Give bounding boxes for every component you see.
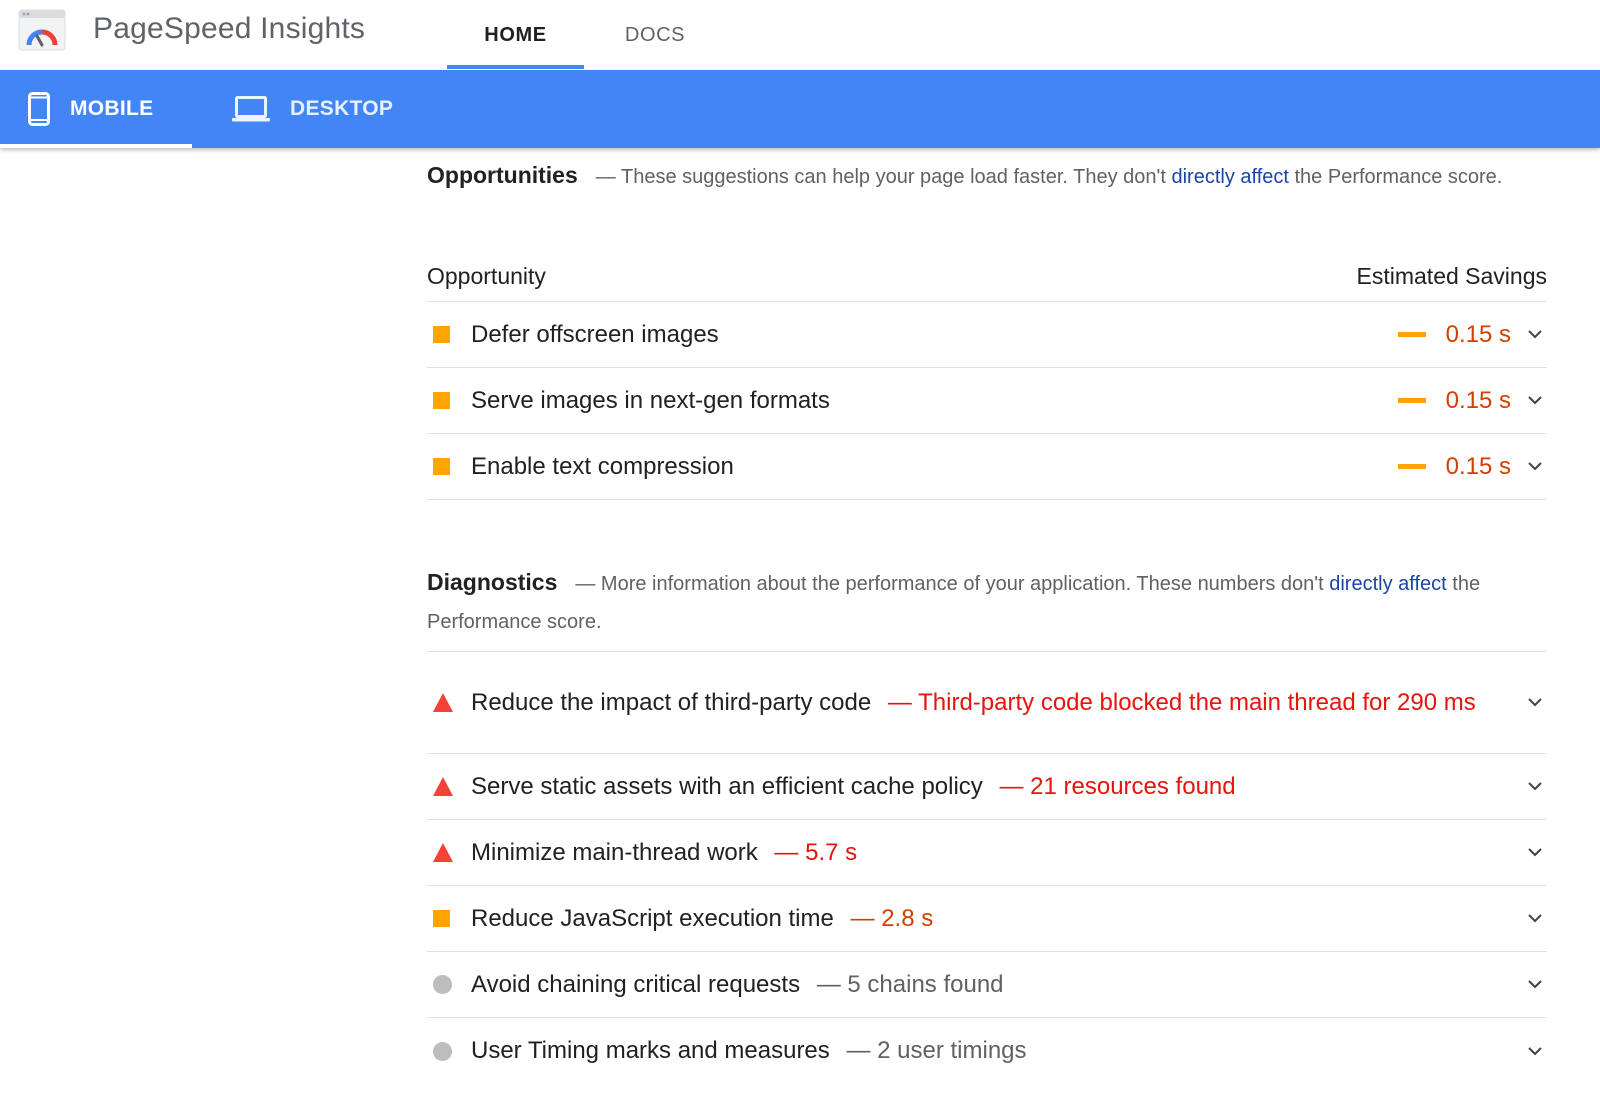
savings-bar — [1397, 398, 1426, 403]
tab-docs[interactable]: DOCS — [600, 0, 710, 70]
diagnostic-detail: — 5 chains found — [816, 970, 1004, 998]
diagnostic-row[interactable]: Serve static assets with an efficient ca… — [427, 754, 1547, 820]
active-tab-indicator — [447, 65, 584, 69]
savings-value: 0.15 s — [1445, 452, 1511, 480]
diagnostic-detail: — 2.8 s — [850, 904, 934, 932]
tab-home[interactable]: HOME — [447, 0, 584, 70]
opportunities-directly-affect-link[interactable]: directly affect — [1171, 166, 1288, 188]
opportunities-table-header: Opportunity Estimated Savings — [427, 252, 1547, 302]
info-circle-icon — [433, 1041, 452, 1061]
chevron-down-icon[interactable] — [1525, 325, 1545, 345]
chevron-down-icon[interactable] — [1525, 975, 1545, 995]
diagnostics-directly-affect-link[interactable]: directly affect — [1329, 573, 1446, 595]
opportunities-description-end: the Performance score. — [1288, 166, 1503, 188]
device-tab-bar: MOBILE DESKTOP — [0, 70, 1600, 148]
chevron-down-icon[interactable] — [1525, 777, 1545, 797]
opportunity-label: Serve images in next-gen formats — [471, 386, 830, 414]
diagnostic-detail: — 2 user timings — [846, 1037, 1027, 1064]
smartphone-icon — [28, 92, 50, 126]
diagnostics-title: Diagnostics — [427, 569, 558, 595]
diagnostic-detail: — 21 resources found — [999, 772, 1236, 800]
laptop-icon — [232, 95, 270, 123]
active-device-indicator — [0, 144, 192, 148]
diagnostic-label: Reduce JavaScript execution time — [471, 904, 834, 932]
average-square-icon — [433, 392, 450, 409]
average-square-icon — [433, 910, 450, 927]
column-estimated-savings: Estimated Savings — [1356, 263, 1547, 289]
diagnostics-description: — More information about the performance… — [575, 573, 1330, 595]
chevron-down-icon[interactable] — [1525, 843, 1545, 863]
tab-mobile-label: MOBILE — [70, 97, 154, 120]
savings-bar — [1397, 332, 1426, 337]
diagnostic-label: Minimize main-thread work — [471, 838, 758, 866]
tab-desktop[interactable]: DESKTOP — [232, 70, 402, 148]
chevron-down-icon[interactable] — [1525, 1041, 1545, 1061]
opportunity-row[interactable]: Serve images in next-gen formats 0.15 s — [427, 368, 1547, 434]
app-title: PageSpeed Insights — [93, 12, 366, 45]
diagnostic-detail: — 5.7 s — [774, 838, 858, 866]
diagnostic-detail: — Third-party code blocked the main thre… — [887, 688, 1476, 716]
opportunities-title: Opportunities — [427, 162, 578, 188]
diagnostic-row[interactable]: Minimize main-thread work — 5.7 s — [427, 820, 1547, 886]
opportunity-label: Enable text compression — [471, 452, 734, 480]
tab-mobile[interactable]: MOBILE — [0, 70, 192, 148]
info-circle-icon — [433, 975, 452, 994]
diagnostic-row[interactable]: Reduce the impact of third-party code — … — [427, 652, 1547, 754]
opportunities-description: — These suggestions can help your page l… — [595, 166, 1172, 188]
pagespeed-logo-icon[interactable] — [18, 9, 66, 51]
opportunity-row[interactable]: Enable text compression 0.15 s — [427, 434, 1547, 500]
chevron-down-icon[interactable] — [1525, 391, 1545, 411]
diagnostic-label: User Timing marks and measures — [471, 1037, 830, 1064]
diagnostic-row[interactable]: Reduce JavaScript execution time — 2.8 s — [427, 886, 1547, 952]
diagnostic-label: Avoid chaining critical requests — [471, 970, 801, 998]
diagnostic-label: Reduce the impact of third-party code — [471, 688, 872, 716]
column-opportunity: Opportunity — [427, 263, 546, 289]
diagnostics-header: Diagnostics — More information about the … — [427, 563, 1547, 641]
opportunity-row[interactable]: Defer offscreen images 0.15 s — [427, 302, 1547, 368]
chevron-down-icon[interactable] — [1525, 457, 1545, 477]
savings-value: 0.15 s — [1445, 386, 1511, 414]
diagnostic-label: Serve static assets with an efficient ca… — [471, 772, 983, 800]
diagnostic-row[interactable]: User Timing marks and measures — 2 user … — [427, 1018, 1547, 1084]
savings-value: 0.15 s — [1445, 320, 1511, 348]
opportunities-header: Opportunities — These suggestions can hel… — [427, 156, 1547, 196]
chevron-down-icon[interactable] — [1525, 909, 1545, 929]
chevron-down-icon[interactable] — [1525, 693, 1545, 713]
diagnostic-row[interactable]: Avoid chaining critical requests — 5 cha… — [427, 952, 1547, 1018]
top-header: PageSpeed Insights HOME DOCS — [0, 0, 1600, 70]
fail-triangle-icon — [433, 693, 453, 712]
fail-triangle-icon — [433, 777, 453, 796]
average-square-icon — [433, 458, 450, 475]
fail-triangle-icon — [433, 843, 453, 862]
savings-bar — [1397, 464, 1426, 469]
tab-desktop-label: DESKTOP — [290, 97, 394, 120]
average-square-icon — [433, 326, 450, 343]
opportunity-label: Defer offscreen images — [471, 320, 719, 348]
